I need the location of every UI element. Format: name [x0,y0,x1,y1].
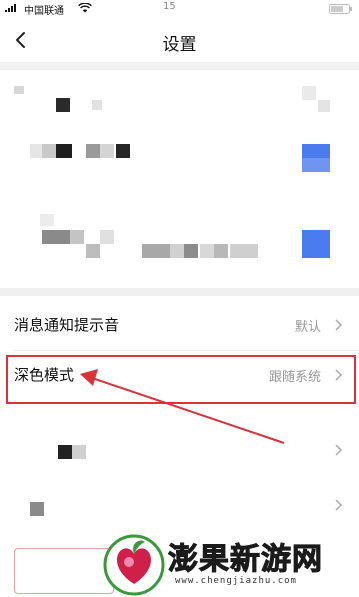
bottom-outline-button[interactable] [14,548,114,594]
watermark-url: www.chengjiazhu.com [175,576,297,586]
watermark-text: 澎果新游网 [168,542,323,578]
chevron-right-icon [335,499,343,511]
chevron-right-icon [335,319,343,331]
carrier-label: 中国联通 [24,6,64,17]
chevron-right-icon [335,444,343,456]
notification-sound-row[interactable]: 消息通知提示音 默认 [0,300,359,350]
status-time: 15 [163,1,176,12]
notification-sound-label: 消息通知提示音 [14,316,120,334]
battery-icon [329,4,352,14]
section-divider [0,62,359,70]
status-bar: 中国联通 15 [0,0,359,18]
obscured-row[interactable] [0,425,359,475]
annotation-highlight-box [6,355,356,404]
obscured-row[interactable] [0,480,359,530]
signal-icon [5,4,16,12]
section-divider [0,288,359,296]
page-title: 设置 [162,35,197,55]
notification-sound-value: 默认 [294,320,321,335]
watermark-logo [103,534,165,596]
wifi-icon [78,3,92,13]
navigation-bar: 设置 [0,18,359,62]
